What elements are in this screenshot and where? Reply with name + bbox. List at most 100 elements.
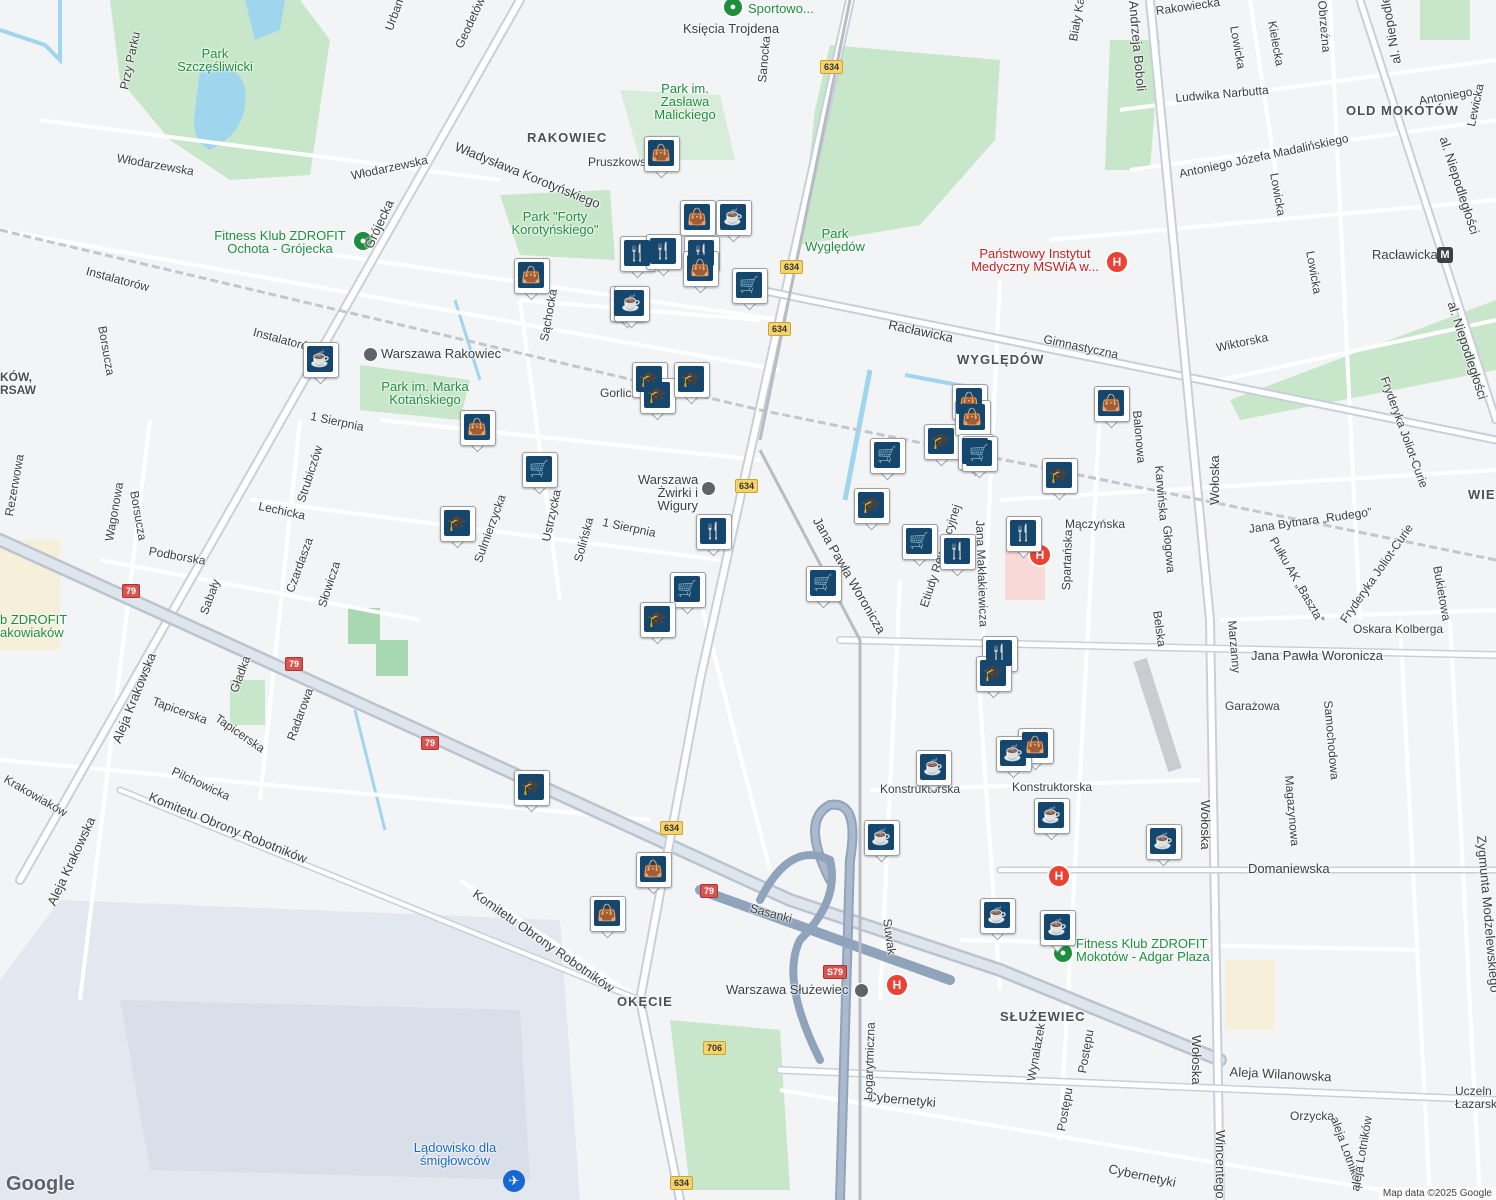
shopping-cart-icon: 🛒 [674, 576, 700, 602]
poi-marker-cafe[interactable]: ☕ [1146, 824, 1182, 868]
district-label: RAKOWIEC [527, 130, 608, 145]
station-label[interactable]: Warszawa Żwirki i Wigury [638, 473, 698, 512]
poi-marker-cafe[interactable]: ☕ [916, 750, 952, 794]
park-se [1420, 0, 1470, 40]
poi-marker-restaurant[interactable]: 🍴 [940, 534, 976, 578]
poi-marker-school[interactable]: 🎓 [640, 602, 676, 646]
shopping-cart-icon: 🛒 [736, 272, 762, 298]
poi-label-fitness[interactable]: Fitness Klub ZDROFIT Mokotów - Adgar Pla… [1076, 937, 1216, 963]
road-shield: S79 [823, 965, 848, 979]
train-station-icon[interactable] [701, 481, 716, 496]
poi-marker-shopping[interactable]: 👜 [590, 896, 626, 940]
poi-marker-shopping[interactable]: 👜 [1094, 386, 1130, 430]
poi-label-institute[interactable]: Państwowy Instytut Medyczny MSWiA w... [960, 247, 1110, 273]
road-shield: 634 [670, 1176, 694, 1190]
poi-marker-school[interactable]: 🎓 [854, 488, 890, 532]
park-label: Park Wyględów [805, 226, 865, 254]
train-station-icon[interactable] [363, 347, 378, 362]
poi-marker-grocery[interactable]: 🛒 [522, 452, 558, 496]
district-label: OLD MOKOTÓW [1346, 103, 1459, 118]
graduation-cap-icon: 🎓 [1046, 462, 1072, 488]
park-label: Park "Forty Korotyńskiego" [511, 209, 599, 237]
poi-marker-school[interactable]: 🎓 [640, 378, 676, 422]
poi-marker-restaurant[interactable]: 🍴 [696, 514, 732, 558]
park-label: Park Szczęśliwicki [177, 46, 253, 74]
poi-marker-cafe[interactable]: ☕ [1034, 798, 1070, 842]
poi-marker-grocery[interactable]: 🛒 [732, 268, 768, 312]
graduation-cap-icon: 🎓 [444, 510, 470, 536]
graduation-cap-icon: 🎓 [644, 606, 670, 632]
poi-marker-shopping[interactable]: 👜 [636, 852, 672, 896]
street-label: Głogowa [1160, 524, 1179, 574]
shopping-bag-icon: 👜 [1098, 390, 1124, 416]
google-logo: Google [6, 1173, 75, 1195]
street-label: Oskara Kolberga [1353, 622, 1444, 636]
metro-icon[interactable]: M [1437, 247, 1453, 263]
poi-marker-cafe[interactable]: ☕ [1040, 910, 1076, 954]
coffee-cup-icon: ☕ [984, 902, 1010, 928]
shopping-cart-icon: 🛒 [526, 456, 552, 482]
shopping-bag-icon: 👜 [640, 856, 666, 882]
road-shield: 79 [421, 736, 440, 750]
shopping-cart-icon: 🛒 [874, 442, 900, 468]
poi-marker-cafe[interactable]: ☕ [864, 820, 900, 864]
street-label: Jana Pawła Woronicza [1251, 648, 1383, 663]
station-label[interactable]: Warszawa Rakowiec [381, 347, 501, 360]
coffee-cup-icon: ☕ [1150, 828, 1176, 854]
poi-marker-grocery[interactable]: 🛒 [902, 524, 938, 568]
train-station-icon[interactable] [854, 983, 869, 998]
road-shield: 634 [780, 260, 804, 274]
poi-marker-shopping[interactable]: 👜 [514, 258, 550, 302]
station-label[interactable]: Warszawa Służewiec [726, 983, 848, 996]
shopping-cart-icon: 🛒 [966, 440, 992, 466]
graduation-cap-icon: 🎓 [518, 774, 544, 800]
coffee-cup-icon: ☕ [1038, 802, 1064, 828]
street-label: Spartańska [1059, 529, 1076, 591]
airplane-icon[interactable]: ✈ [503, 1170, 525, 1192]
shopping-cart-icon: 🛒 [906, 528, 932, 554]
park-label: Park im. Marka Kotańskiego [381, 379, 469, 407]
shopping-bag-icon: 👜 [594, 900, 620, 926]
road-shield: 634 [660, 821, 684, 835]
coffee-cup-icon: ☕ [1044, 914, 1070, 940]
poi-label-fitness[interactable]: Fitness Klub ZDROFIT Ochota - Grójecka [210, 229, 350, 255]
map-canvas[interactable]: RAKOWIEC OLD MOKOTÓW WYGLĘDÓW SŁUŻEWIEC … [0, 0, 1496, 1200]
poi-label-fitness[interactable]: b ZDROFIT akowiaków [0, 613, 80, 639]
poi-marker-school[interactable]: 🎓 [674, 362, 710, 406]
road-shield: 79 [122, 584, 141, 598]
poi-marker-grocery[interactable]: 🛒 [870, 438, 906, 482]
poi-marker-shopping[interactable]: 👜 [460, 410, 496, 454]
district-label: OKĘCIE [617, 994, 673, 1009]
road-shield: 634 [735, 479, 759, 493]
poi-marker-cafe[interactable]: ☕ [614, 286, 650, 330]
hospital-icon[interactable]: H [1047, 864, 1071, 888]
street-label: Wołoska [1189, 1035, 1204, 1085]
street-label: Wołoska [1207, 455, 1222, 505]
hospital-icon[interactable]: H [885, 973, 909, 997]
shopping-bag-icon: 👜 [648, 140, 674, 166]
poi-marker-school[interactable]: 🎓 [440, 506, 476, 550]
poi-label-sport[interactable]: Sportowo... [748, 2, 814, 15]
graduation-cap-icon: 🎓 [644, 382, 670, 408]
poi-marker-cafe[interactable]: ☕ [716, 200, 752, 244]
road-shield: 706 [703, 1041, 727, 1055]
poi-marker-shopping[interactable]: 👜 [644, 136, 680, 180]
street-label: Konstruktorska [1012, 780, 1093, 794]
shopping-bag-icon: 👜 [518, 262, 544, 288]
street-label: Wincentego [1213, 1130, 1228, 1199]
poi-label-heliport[interactable]: Lądowisko dla śmigłowców [405, 1141, 505, 1167]
poi-marker-grocery[interactable]: 🛒 [806, 566, 842, 610]
district-label: WIE [1468, 487, 1496, 502]
poi-marker-restaurant[interactable]: 🍴 [646, 234, 682, 278]
poi-marker-school[interactable]: 🎓 [514, 770, 550, 814]
hospital-icon[interactable]: H [1105, 250, 1129, 274]
poi-marker-cafe[interactable]: ☕ [303, 342, 339, 386]
graduation-cap-icon: 🎓 [980, 660, 1006, 686]
coffee-cup-icon: ☕ [720, 204, 746, 230]
poi-marker-school[interactable]: 🎓 [1042, 458, 1078, 502]
coffee-cup-icon: ☕ [618, 290, 644, 316]
poi-marker-grocery[interactable]: 🛒 [962, 436, 998, 480]
poi-marker-cafe[interactable]: ☕ [980, 898, 1016, 942]
poi-marker-restaurant[interactable]: 🍴 [1006, 516, 1042, 560]
shopping-cart-icon: 🛒 [810, 570, 836, 596]
